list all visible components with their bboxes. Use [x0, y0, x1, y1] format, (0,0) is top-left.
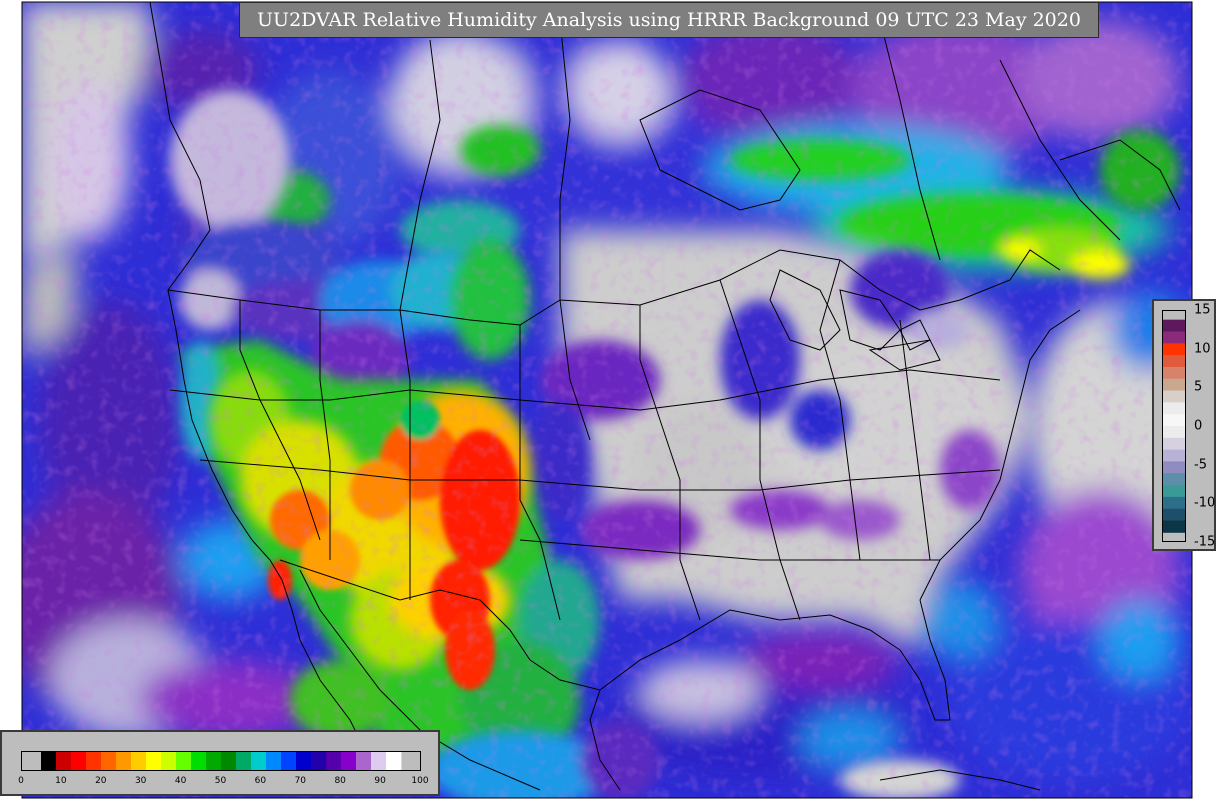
diff-colorbar-swatch: [1163, 485, 1185, 498]
diff-colorbar-tick-label: 10: [1194, 341, 1211, 357]
map-title: UU2DVAR Relative Humidity Analysis using…: [239, 2, 1099, 38]
rh-colorbar-swatch: [340, 752, 357, 770]
diff-colorbar-swatch: [1163, 461, 1185, 474]
rh-colorbar-tick-label: 80: [334, 776, 346, 786]
rh-colorbar-swatch: [371, 752, 387, 770]
diff-colorbar: [1162, 310, 1186, 542]
rh-colorbar-swatch: [311, 752, 327, 770]
rh-colorbar-swatch: [281, 752, 297, 770]
diff-colorbar-tick-label: -15: [1194, 534, 1216, 550]
diff-colorbar-swatch: [1163, 496, 1185, 510]
diff-colorbar-swatch: [1163, 378, 1185, 392]
diff-colorbar-swatch: [1163, 520, 1185, 533]
rh-colorbar-swatch: [146, 752, 162, 770]
rh-colorbar-swatch: [266, 752, 282, 770]
rh-colorbar-swatch: [250, 752, 267, 770]
rh-colorbar-swatch: [295, 752, 312, 770]
rh-colorbar-tick-label: 10: [55, 776, 67, 786]
rh-colorbar-swatch: [56, 752, 72, 770]
diff-colorbar-swatch: [1163, 331, 1185, 344]
diff-colorbar-swatch: [1163, 355, 1185, 368]
diff-colorbar-swatch: [1163, 437, 1185, 451]
rh-colorbar-tick-label: 0: [18, 776, 24, 786]
rh-colorbar-swatch: [191, 752, 207, 770]
diff-colorbar-swatch: [1163, 508, 1185, 521]
rh-colorbar-swatch: [176, 752, 192, 770]
map-figure: UU2DVAR Relative Humidity Analysis using…: [0, 0, 1216, 800]
rh-colorbar-swatch: [41, 752, 57, 770]
rh-colorbar-swatch: [160, 752, 177, 770]
rh-colorbar-swatch: [385, 752, 402, 770]
rh-colorbar-tick-label: 50: [214, 776, 227, 786]
diff-colorbar-tick-label: -5: [1194, 457, 1207, 473]
rh-colorbar-tick-label: 90: [374, 776, 386, 786]
diff-colorbar-swatch: [1163, 449, 1185, 462]
rh-colorbar-swatch: [101, 752, 117, 770]
rh-colorbar-swatch: [205, 752, 222, 770]
rh-colorbar: [21, 751, 421, 771]
rh-colorbar-swatch: [221, 752, 237, 770]
rh-colorbar-tick-label: 20: [95, 776, 107, 786]
diff-colorbar-swatch: [1163, 366, 1185, 380]
rh-colorbar-swatch: [86, 752, 102, 770]
diff-colorbar-swatch: [1163, 473, 1185, 486]
rh-colorbar-tick-label: 40: [174, 776, 187, 786]
diff-colorbar-swatch: [1163, 343, 1185, 356]
rh-colorbar-swatch: [236, 752, 252, 770]
rh-colorbar-swatch: [70, 752, 87, 770]
rh-colorbar-tick-label: 100: [411, 776, 429, 786]
rh-colorbar-swatch: [115, 752, 132, 770]
diff-colorbar-swatch: [1163, 402, 1185, 415]
rh-colorbar-tick-label: 30: [134, 776, 147, 786]
diff-colorbar-swatch: [1163, 390, 1185, 403]
diff-colorbar-legend: 15 10 5 0 -5 -10 -15: [1152, 299, 1216, 551]
rh-colorbar-swatch: [356, 752, 372, 770]
diff-colorbar-swatch: [1163, 414, 1185, 427]
diff-colorbar-tick-label: -10: [1194, 495, 1216, 511]
rh-colorbar-swatch: [131, 752, 147, 770]
rh-colorbar-swatch: [326, 752, 342, 770]
diff-colorbar-swatch: [1163, 319, 1185, 332]
rh-colorbar-tick-label: 60: [254, 776, 267, 786]
diff-colorbar-tick-label: 0: [1194, 418, 1203, 434]
rh-analysis-map: [0, 0, 1216, 800]
rh-colorbar-tick-label: 70: [294, 776, 307, 786]
diff-colorbar-tick-label: 5: [1194, 379, 1203, 395]
diff-colorbar-tick-label: 15: [1194, 302, 1211, 318]
rh-colorbar-legend: 0 10 20 30 40 50 60 70 80 90 100: [0, 730, 440, 796]
diff-colorbar-swatch: [1163, 426, 1185, 439]
